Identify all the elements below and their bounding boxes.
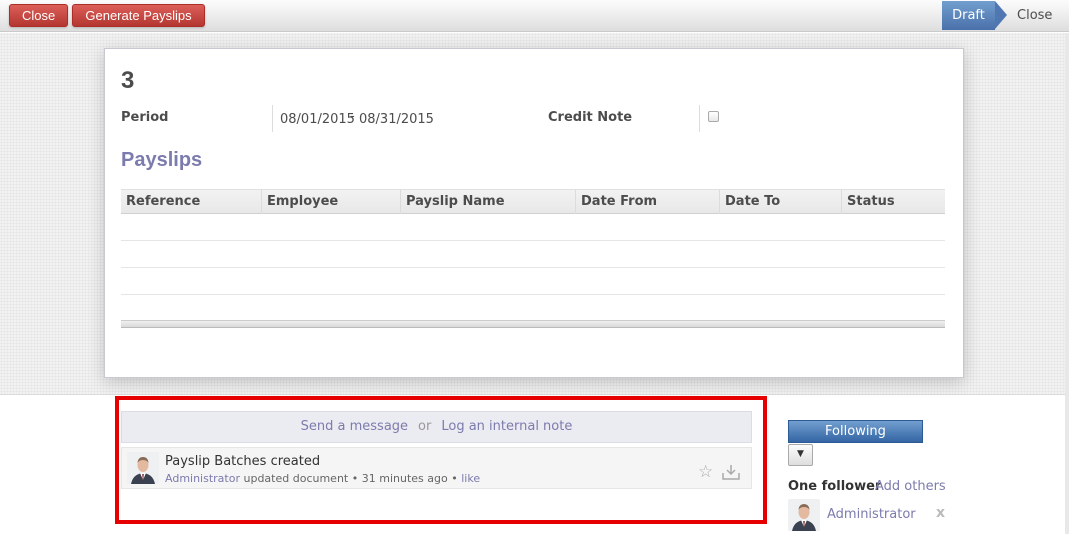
table-row (121, 295, 945, 320)
avatar (788, 499, 820, 531)
credit-note-label: Credit Note (548, 110, 633, 125)
table-header: Reference Employee Payslip Name Date Fro… (121, 189, 945, 214)
period-label: Period (121, 110, 169, 125)
table-row (121, 214, 945, 241)
status-draft[interactable]: Draft (942, 1, 995, 30)
period-separator: - (350, 109, 355, 124)
meta-dot: • (351, 472, 359, 485)
column-header-payslip-name[interactable]: Payslip Name (401, 190, 576, 214)
like-link[interactable]: like (461, 472, 480, 485)
or-label: or (418, 419, 432, 434)
column-header-date-to[interactable]: Date To (720, 190, 842, 214)
status-close[interactable]: Close (1017, 1, 1052, 30)
form-sheet: 3 Period 08/01/2015 - 08/31/2015 Credit … (104, 48, 964, 378)
star-icon[interactable]: ☆ (698, 462, 713, 482)
column-header-reference[interactable]: Reference (121, 190, 262, 214)
following-button[interactable]: Following (788, 420, 923, 443)
field-separator (272, 105, 273, 132)
column-header-status[interactable]: Status (842, 190, 945, 214)
top-toolbar: Close Generate Payslips Draft Close (0, 0, 1069, 32)
remove-follower-icon[interactable]: x (936, 505, 945, 521)
avatar[interactable] (127, 452, 159, 484)
status-arrow (995, 1, 1007, 29)
chatter-message: Payslip Batches created Administrator up… (121, 447, 752, 489)
field-separator (699, 105, 700, 132)
column-header-employee[interactable]: Employee (262, 190, 401, 214)
table-row (121, 268, 945, 295)
follower-name-link[interactable]: Administrator (827, 507, 916, 522)
meta-dot: • (451, 472, 458, 485)
message-time: 31 minutes ago (361, 472, 448, 485)
period-to-field[interactable]: 08/31/2015 (359, 112, 434, 127)
followers-count: One follower (788, 479, 882, 494)
table-row (121, 241, 945, 268)
column-header-date-from[interactable]: Date From (576, 190, 720, 214)
archive-icon[interactable] (721, 463, 741, 486)
close-button[interactable]: Close (9, 4, 68, 27)
message-author-link[interactable]: Administrator (165, 472, 240, 485)
followers-dropdown-button[interactable]: ▼ (788, 444, 813, 466)
chatter-compose-bar: Send a message or Log an internal note (121, 411, 752, 443)
generate-payslips-button[interactable]: Generate Payslips (72, 4, 205, 27)
scrollbar[interactable] (1065, 33, 1069, 534)
payslips-table: Reference Employee Payslip Name Date Fro… (121, 189, 945, 328)
payslips-section-title: Payslips (121, 149, 203, 171)
caret-down-icon: ▼ (797, 449, 804, 459)
log-note-link[interactable]: Log an internal note (441, 419, 572, 434)
message-title: Payslip Batches created (165, 454, 321, 469)
message-action: updated document (243, 472, 349, 485)
record-title: 3 (121, 67, 135, 94)
period-from-field[interactable]: 08/01/2015 (280, 112, 355, 127)
send-message-link[interactable]: Send a message (301, 419, 408, 434)
message-meta: Administrator updated document • 31 minu… (165, 472, 480, 485)
table-footer (121, 320, 945, 328)
credit-note-checkbox[interactable] (708, 111, 719, 122)
add-others-link[interactable]: Add others (875, 479, 946, 494)
